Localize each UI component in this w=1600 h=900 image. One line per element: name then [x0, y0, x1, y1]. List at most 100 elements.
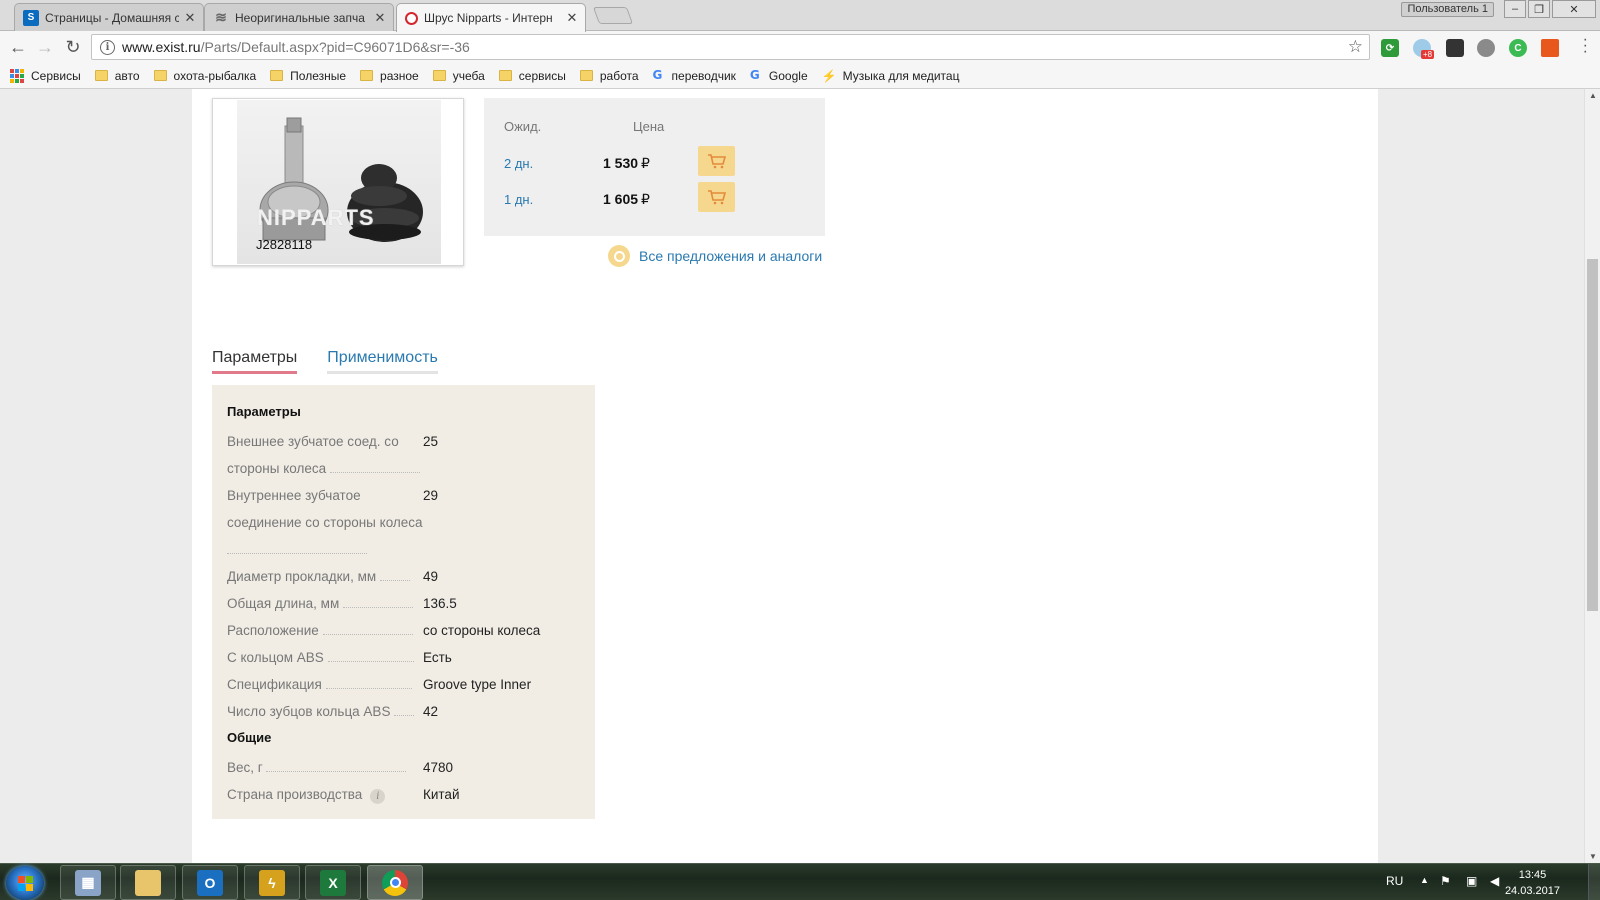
cart-icon [707, 154, 726, 169]
param-name-text: Внешнее зубчатое соед. со стороны колеса [227, 434, 399, 476]
add-to-cart-button[interactable] [698, 146, 735, 176]
browser-tab-parts[interactable]: ≋ Неоригинальные запча ✕ [204, 3, 394, 31]
reload-icon[interactable]: ↻ [61, 35, 85, 59]
bookmark-folder[interactable]: охота-рыбалка [153, 69, 256, 83]
browser-tab-sharepoint[interactable]: S Страницы - Домашняя с ✕ [14, 3, 204, 31]
music-icon: ⚡ [821, 68, 837, 83]
bookmark-music[interactable]: ⚡ Музыка для медитац [822, 69, 960, 83]
bookmark-folder[interactable]: сервисы [498, 68, 566, 83]
currency-symbol: ₽ [641, 191, 650, 207]
tab-title: Страницы - Домашняя с [45, 10, 179, 25]
parameters-table: Параметры Внешнее зубчатое соед. со стор… [212, 385, 595, 819]
taskbar-chrome[interactable] [367, 865, 423, 900]
scrollbar-thumb[interactable] [1587, 259, 1598, 611]
clock-time: 13:45 [1518, 869, 1547, 881]
network-icon[interactable]: ▣ [1466, 874, 1477, 888]
folder-icon [432, 70, 446, 81]
bookmark-label: учеба [452, 68, 485, 83]
close-tab-icon[interactable]: ✕ [373, 10, 387, 26]
bookmark-translator[interactable]: Gпереводчик [653, 69, 736, 83]
taskbar-excel[interactable]: X [305, 865, 361, 900]
google-icon: G [652, 68, 663, 82]
image-watermark: NIPPARTS [257, 205, 375, 230]
offers-table: Ожид. Цена 2 дн. 1 530 ₽ 1 дн. 1 605 ₽ [484, 98, 825, 236]
all-offers-link[interactable]: Все предложения и аналоги [608, 245, 822, 267]
start-button[interactable] [6, 866, 44, 900]
volume-icon[interactable]: ◀ [1490, 874, 1499, 888]
dotted-leader [327, 661, 414, 662]
param-name-text: Общая длина, мм [227, 596, 340, 611]
info-icon[interactable]: i [370, 789, 386, 804]
extension-radio-icon[interactable] [1446, 39, 1464, 57]
system-clock[interactable]: 13:45 24.03.2017 [1505, 867, 1560, 899]
close-tab-icon[interactable]: ✕ [183, 10, 197, 26]
section-title: Общие [227, 730, 272, 745]
taskbar-outlook[interactable]: O [182, 865, 238, 900]
extension-c-icon[interactable]: C [1509, 39, 1527, 57]
browser-tab-nipparts[interactable]: Шрус Nipparts - Интерн ✕ [396, 3, 586, 32]
action-center-icon[interactable]: ⚑ [1440, 874, 1451, 888]
show-desktop-button[interactable] [1588, 864, 1600, 900]
bookmark-star-icon[interactable]: ☆ [1348, 37, 1363, 57]
bookmark-label: разное [380, 68, 419, 83]
bookmark-label: переводчик [671, 68, 736, 83]
scroll-down-icon[interactable]: ▼ [1585, 852, 1600, 861]
language-indicator[interactable]: RU [1386, 874, 1403, 888]
taskbar-explorer[interactable] [120, 865, 176, 900]
tab-parameters[interactable]: Параметры [212, 349, 298, 374]
bookmark-apps[interactable]: Сервисы [10, 68, 81, 83]
tab-applicability[interactable]: Применимость [327, 349, 438, 374]
param-value: Есть [423, 650, 452, 665]
dotted-leader [322, 634, 413, 635]
bookmark-label: сервисы [518, 68, 566, 83]
new-tab-button[interactable] [592, 7, 634, 24]
extension-bubble-icon[interactable] [1477, 39, 1495, 57]
param-name: Внешнее зубчатое соед. со стороны колеса [227, 428, 423, 482]
bookmarks-bar: Сервисы авто охота-рыбалка Полезные разн… [0, 63, 1600, 89]
bookmark-google[interactable]: G Google [750, 69, 808, 83]
part-number: J2828118 [256, 237, 313, 252]
param-name: Вес, г [227, 754, 423, 781]
taskbar-calculator[interactable]: ▦ [60, 865, 116, 900]
offer-price: 1 605 ₽ [603, 191, 650, 208]
scroll-up-icon[interactable]: ▲ [1585, 91, 1600, 100]
taskbar-winamp[interactable]: ϟ [244, 865, 300, 900]
section-title: Параметры [227, 404, 301, 419]
folder-icon [360, 70, 374, 81]
bookmark-folder[interactable]: разное [360, 69, 419, 83]
close-window-icon[interactable]: ✕ [1552, 0, 1596, 18]
param-name: С кольцом ABS [227, 644, 423, 671]
param-row: Страна производства i Китай [227, 781, 580, 808]
add-to-cart-button[interactable] [698, 182, 735, 212]
search-icon [608, 245, 630, 267]
page-scrollbar[interactable]: ▲ ▼ [1584, 89, 1600, 863]
calculator-icon: ▦ [75, 869, 101, 896]
param-value: 4780 [423, 760, 454, 775]
site-info-icon[interactable]: i [100, 39, 115, 55]
param-row: Расположение со стороны колеса [227, 617, 580, 644]
windows-logo-icon [17, 875, 33, 891]
url-path: /Parts/Default.aspx?pid=C96071D6&sr=-36 [200, 39, 470, 55]
show-hidden-icons[interactable]: ▲ [1420, 875, 1429, 885]
winamp-icon: ϟ [259, 869, 285, 896]
product-image[interactable]: NIPPARTS J2828118 [212, 98, 464, 266]
close-tab-icon[interactable]: ✕ [565, 10, 579, 26]
restore-icon[interactable]: ❐ [1528, 0, 1550, 18]
param-name: Спецификация [227, 671, 423, 698]
bookmark-folder[interactable]: авто [94, 69, 140, 83]
bookmark-folder[interactable]: учеба [432, 68, 485, 83]
param-row: С кольцом ABS Есть [227, 644, 580, 671]
chrome-menu-icon[interactable]: · · · [1583, 32, 1588, 60]
param-value: 29 [423, 488, 439, 503]
office-icon[interactable] [1541, 39, 1559, 57]
minimize-icon[interactable]: – [1504, 0, 1526, 18]
address-bar[interactable]: i www.exist.ru/Parts/Default.aspx?pid=C9… [91, 34, 1370, 60]
forward-icon[interactable]: → [33, 35, 57, 59]
bookmark-folder[interactable]: Полезные [270, 69, 346, 83]
offer-row: 2 дн. 1 530 ₽ [484, 146, 825, 182]
extension-green-icon[interactable]: ⟳ [1381, 39, 1399, 57]
bookmark-folder[interactable]: работа [579, 69, 639, 83]
offer-delivery-days: 1 дн. [504, 192, 534, 207]
user-profile-button[interactable]: Пользователь 1 [1401, 2, 1494, 17]
back-icon[interactable]: ← [6, 35, 30, 59]
